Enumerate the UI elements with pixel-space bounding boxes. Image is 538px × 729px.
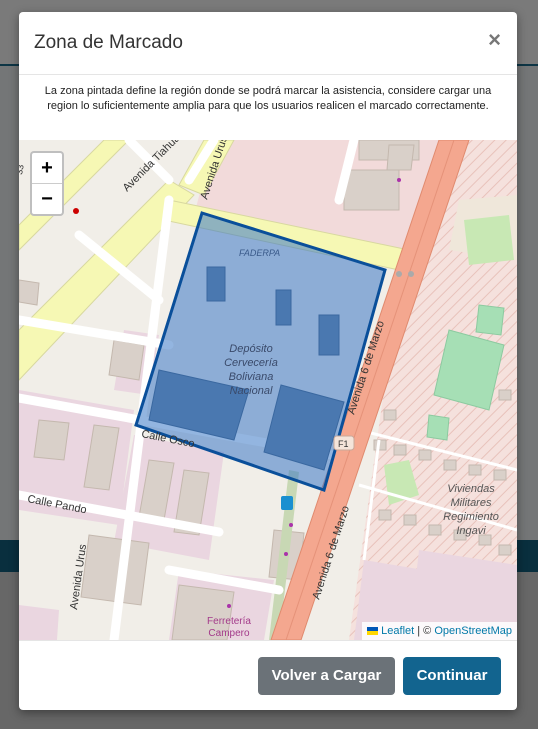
continue-button[interactable]: Continuar [403,657,501,695]
zoom-out-button[interactable]: − [32,184,62,214]
label-viviendas-4: Ingavi [456,525,486,537]
label-deposito-3: Boliviana [229,371,274,383]
close-button[interactable]: × [488,29,501,51]
label-faderpa: FADERPA [239,248,280,258]
building [19,279,40,306]
sports-field [426,414,450,441]
modal-description: La zona pintada define la región donde s… [44,85,492,112]
building [386,144,415,171]
ukraine-flag-icon [367,627,379,636]
poi-marker [397,178,401,182]
modal-header: Zona de Marcado × [19,12,517,75]
poi-marker [73,208,79,214]
zoom-control: + − [30,151,64,216]
leaflet-link[interactable]: Leaflet [381,625,414,637]
label-deposito-1: Depósito [229,343,272,355]
zone-modal: Zona de Marcado × La zona pintada define… [19,12,517,710]
modal-footer: Volver a Cargar Continuar [19,640,517,710]
fuel-station-icon [281,496,293,510]
poi-marker [289,523,293,527]
zoom-in-button[interactable]: + [32,153,62,184]
label-ferreteria-1: Ferretería [207,616,251,627]
building [343,169,400,211]
map-canvas[interactable]: Avenida Tiahuanacu Avenida Urus FADERPA … [19,140,517,640]
sports-field [475,304,505,336]
attribution-separator: | © [414,625,435,637]
reload-button[interactable]: Volver a Cargar [258,657,395,695]
label-deposito-2: Cervecería [224,357,278,369]
poi-marker [227,604,231,608]
openstreetmap-link[interactable]: OpenStreetMap [434,625,512,637]
park [464,215,514,265]
map-view[interactable]: Avenida Tiahuanacu Avenida Urus FADERPA … [19,140,517,640]
modal-title: Zona de Marcado [34,32,183,53]
building [108,339,145,381]
label-viviendas-1: Viviendas [447,483,495,495]
building [80,534,150,606]
label-viviendas-2: Militares [451,497,492,509]
residential-block [19,605,59,640]
map-attribution: Leaflet | © OpenStreetMap [362,622,517,640]
label-deposito-4: Nacional [230,385,273,397]
label-ferreteria-2: Campero [208,628,250,639]
label-f1: F1 [338,439,349,449]
building [33,419,70,461]
label-viviendas-3: Regimiento [443,511,499,523]
poi-marker [284,552,288,556]
